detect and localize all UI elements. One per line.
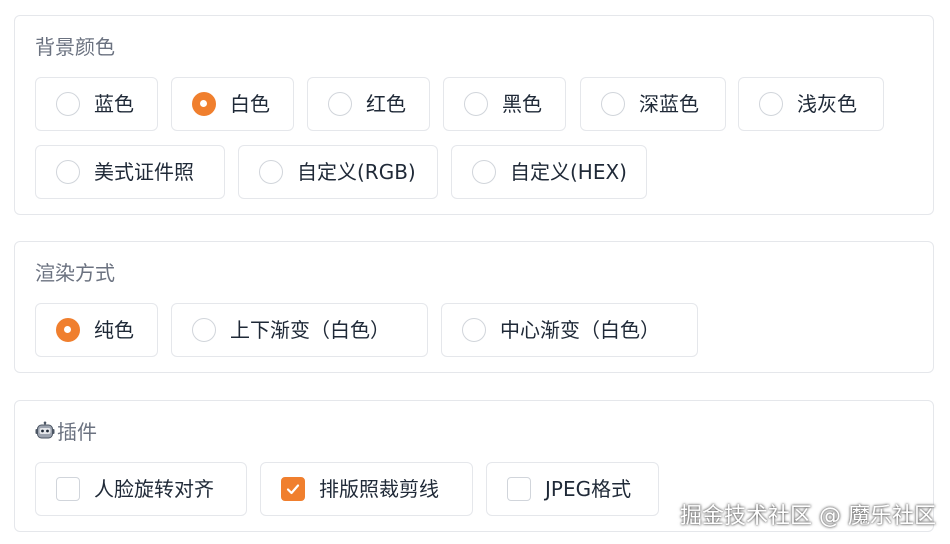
radio-button-selected[interactable] [56, 318, 80, 342]
plugins-title-text: 插件 [57, 420, 97, 444]
checkbox-checked[interactable] [281, 477, 305, 501]
radio-button[interactable] [462, 318, 486, 342]
radio-button[interactable] [56, 92, 80, 116]
option-label: 美式证件照 [94, 160, 194, 184]
radio-button-selected[interactable] [192, 92, 216, 116]
option-layout-crop-lines[interactable]: 排版照裁剪线 [260, 462, 473, 516]
radio-button[interactable] [472, 160, 496, 184]
option-label: JPEG格式 [545, 477, 632, 501]
option-custom-rgb[interactable]: 自定义(RGB) [238, 145, 438, 199]
option-label: 红色 [366, 92, 406, 116]
option-center-gradient[interactable]: 中心渐变（白色） [441, 303, 698, 357]
background-color-title: 背景颜色 [35, 35, 115, 59]
radio-button[interactable] [192, 318, 216, 342]
option-us-id-photo[interactable]: 美式证件照 [35, 145, 225, 199]
radio-button[interactable] [464, 92, 488, 116]
option-blue[interactable]: 蓝色 [35, 77, 158, 131]
option-label: 上下渐变（白色） [230, 318, 390, 342]
option-vertical-gradient[interactable]: 上下渐变（白色） [171, 303, 428, 357]
option-label: 纯色 [94, 318, 134, 342]
option-face-align[interactable]: 人脸旋转对齐 [35, 462, 247, 516]
watermark: 掘金技术社区 @ 魔乐社区 [680, 504, 936, 529]
option-label: 排版照裁剪线 [319, 477, 439, 501]
option-label: 人脸旋转对齐 [94, 477, 214, 501]
option-label: 中心渐变（白色） [500, 318, 660, 342]
checkbox[interactable] [507, 477, 531, 501]
checkmark-icon [286, 484, 300, 495]
option-dark-blue[interactable]: 深蓝色 [580, 77, 726, 131]
render-mode-title: 渲染方式 [35, 261, 115, 285]
radio-button[interactable] [56, 160, 80, 184]
checkbox[interactable] [56, 477, 80, 501]
render-mode-panel: 渲染方式 纯色 上下渐变（白色） 中心渐变（白色） [14, 241, 934, 373]
background-color-panel: 背景颜色 蓝色 白色 红色 黑色 深蓝色 浅灰色 美式证件照 自定义(RGB) … [14, 15, 934, 215]
option-label: 深蓝色 [639, 92, 699, 116]
radio-button[interactable] [601, 92, 625, 116]
radio-button[interactable] [259, 160, 283, 184]
option-light-gray[interactable]: 浅灰色 [738, 77, 884, 131]
option-red[interactable]: 红色 [307, 77, 430, 131]
option-black[interactable]: 黑色 [443, 77, 566, 131]
option-label: 浅灰色 [797, 92, 857, 116]
option-label: 白色 [230, 92, 270, 116]
robot-icon [35, 421, 55, 439]
plugins-title: 插件 [35, 419, 97, 445]
option-custom-hex[interactable]: 自定义(HEX) [451, 145, 647, 199]
option-label: 自定义(RGB) [297, 160, 416, 184]
option-jpeg-format[interactable]: JPEG格式 [486, 462, 659, 516]
option-label: 自定义(HEX) [510, 160, 627, 184]
option-solid[interactable]: 纯色 [35, 303, 158, 357]
option-white[interactable]: 白色 [171, 77, 294, 131]
radio-button[interactable] [328, 92, 352, 116]
option-label: 蓝色 [94, 92, 134, 116]
option-label: 黑色 [502, 92, 542, 116]
radio-button[interactable] [759, 92, 783, 116]
